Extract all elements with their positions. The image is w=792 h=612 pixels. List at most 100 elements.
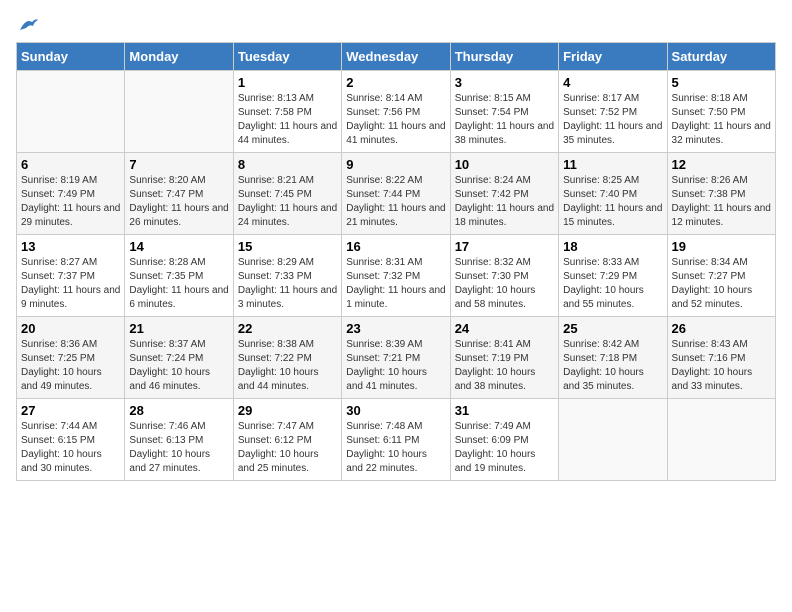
day-info: Sunrise: 8:22 AM Sunset: 7:44 PM Dayligh…	[346, 174, 445, 230]
day-info: Sunrise: 7:47 AM Sunset: 6:12 PM Dayligh…	[238, 420, 337, 476]
day-number: 25	[563, 321, 662, 336]
calendar-week-row: 1 Sunrise: 8:13 AM Sunset: 7:58 PM Daylig…	[17, 71, 776, 153]
day-info: Sunrise: 7:49 AM Sunset: 6:09 PM Dayligh…	[455, 420, 554, 476]
day-number: 27	[21, 403, 120, 418]
day-number: 7	[129, 157, 228, 172]
day-number: 30	[346, 403, 445, 418]
day-number: 23	[346, 321, 445, 336]
weekday-header-monday: Monday	[125, 43, 233, 71]
day-number: 18	[563, 239, 662, 254]
day-number: 16	[346, 239, 445, 254]
day-info: Sunrise: 7:44 AM Sunset: 6:15 PM Dayligh…	[21, 420, 120, 476]
day-info: Sunrise: 8:17 AM Sunset: 7:52 PM Dayligh…	[563, 92, 662, 148]
day-info: Sunrise: 8:31 AM Sunset: 7:32 PM Dayligh…	[346, 256, 445, 312]
day-number: 10	[455, 157, 554, 172]
calendar-cell: 2 Sunrise: 8:14 AM Sunset: 7:56 PM Daylig…	[342, 71, 450, 153]
calendar-cell: 20 Sunrise: 8:36 AM Sunset: 7:25 PM Dayli…	[17, 317, 125, 399]
calendar-cell	[125, 71, 233, 153]
day-info: Sunrise: 8:24 AM Sunset: 7:42 PM Dayligh…	[455, 174, 554, 230]
calendar-cell: 12 Sunrise: 8:26 AM Sunset: 7:38 PM Dayli…	[667, 153, 775, 235]
calendar-cell: 8 Sunrise: 8:21 AM Sunset: 7:45 PM Daylig…	[233, 153, 341, 235]
day-info: Sunrise: 8:33 AM Sunset: 7:29 PM Dayligh…	[563, 256, 662, 312]
calendar-week-row: 13 Sunrise: 8:27 AM Sunset: 7:37 PM Dayli…	[17, 235, 776, 317]
day-number: 13	[21, 239, 120, 254]
day-info: Sunrise: 7:48 AM Sunset: 6:11 PM Dayligh…	[346, 420, 445, 476]
day-number: 31	[455, 403, 554, 418]
calendar-table: SundayMondayTuesdayWednesdayThursdayFrid…	[16, 42, 776, 481]
calendar-cell: 4 Sunrise: 8:17 AM Sunset: 7:52 PM Daylig…	[559, 71, 667, 153]
day-number: 9	[346, 157, 445, 172]
day-info: Sunrise: 8:26 AM Sunset: 7:38 PM Dayligh…	[672, 174, 771, 230]
day-number: 14	[129, 239, 228, 254]
day-info: Sunrise: 8:38 AM Sunset: 7:22 PM Dayligh…	[238, 338, 337, 394]
day-info: Sunrise: 8:20 AM Sunset: 7:47 PM Dayligh…	[129, 174, 228, 230]
day-number: 17	[455, 239, 554, 254]
calendar-cell: 16 Sunrise: 8:31 AM Sunset: 7:32 PM Dayli…	[342, 235, 450, 317]
day-number: 15	[238, 239, 337, 254]
calendar-cell: 30 Sunrise: 7:48 AM Sunset: 6:11 PM Dayli…	[342, 399, 450, 481]
day-info: Sunrise: 8:34 AM Sunset: 7:27 PM Dayligh…	[672, 256, 771, 312]
day-number: 6	[21, 157, 120, 172]
day-number: 3	[455, 75, 554, 90]
day-info: Sunrise: 8:14 AM Sunset: 7:56 PM Dayligh…	[346, 92, 445, 148]
day-info: Sunrise: 7:46 AM Sunset: 6:13 PM Dayligh…	[129, 420, 228, 476]
day-info: Sunrise: 8:36 AM Sunset: 7:25 PM Dayligh…	[21, 338, 120, 394]
day-number: 1	[238, 75, 337, 90]
day-info: Sunrise: 8:43 AM Sunset: 7:16 PM Dayligh…	[672, 338, 771, 394]
calendar-week-row: 27 Sunrise: 7:44 AM Sunset: 6:15 PM Dayli…	[17, 399, 776, 481]
day-number: 28	[129, 403, 228, 418]
weekday-header-saturday: Saturday	[667, 43, 775, 71]
calendar-cell: 19 Sunrise: 8:34 AM Sunset: 7:27 PM Dayli…	[667, 235, 775, 317]
calendar-header-row: SundayMondayTuesdayWednesdayThursdayFrid…	[17, 43, 776, 71]
day-info: Sunrise: 8:29 AM Sunset: 7:33 PM Dayligh…	[238, 256, 337, 312]
calendar-cell: 29 Sunrise: 7:47 AM Sunset: 6:12 PM Dayli…	[233, 399, 341, 481]
calendar-cell: 18 Sunrise: 8:33 AM Sunset: 7:29 PM Dayli…	[559, 235, 667, 317]
calendar-week-row: 6 Sunrise: 8:19 AM Sunset: 7:49 PM Daylig…	[17, 153, 776, 235]
calendar-cell: 6 Sunrise: 8:19 AM Sunset: 7:49 PM Daylig…	[17, 153, 125, 235]
calendar-cell	[559, 399, 667, 481]
calendar-cell: 10 Sunrise: 8:24 AM Sunset: 7:42 PM Dayli…	[450, 153, 558, 235]
weekday-header-wednesday: Wednesday	[342, 43, 450, 71]
day-number: 4	[563, 75, 662, 90]
calendar-cell: 23Sunrise: 8:39 AM Sunset: 7:21 PM Dayli…	[342, 317, 450, 399]
calendar-cell: 7 Sunrise: 8:20 AM Sunset: 7:47 PM Daylig…	[125, 153, 233, 235]
page-header	[16, 16, 776, 30]
calendar-cell: 13 Sunrise: 8:27 AM Sunset: 7:37 PM Dayli…	[17, 235, 125, 317]
weekday-header-tuesday: Tuesday	[233, 43, 341, 71]
day-number: 26	[672, 321, 771, 336]
day-number: 19	[672, 239, 771, 254]
calendar-cell: 21 Sunrise: 8:37 AM Sunset: 7:24 PM Dayli…	[125, 317, 233, 399]
day-number: 8	[238, 157, 337, 172]
calendar-cell: 1 Sunrise: 8:13 AM Sunset: 7:58 PM Daylig…	[233, 71, 341, 153]
day-number: 5	[672, 75, 771, 90]
calendar-cell	[17, 71, 125, 153]
day-number: 12	[672, 157, 771, 172]
calendar-week-row: 20 Sunrise: 8:36 AM Sunset: 7:25 PM Dayli…	[17, 317, 776, 399]
day-info: Sunrise: 8:37 AM Sunset: 7:24 PM Dayligh…	[129, 338, 228, 394]
day-number: 11	[563, 157, 662, 172]
weekday-header-thursday: Thursday	[450, 43, 558, 71]
day-info: Sunrise: 8:42 AM Sunset: 7:18 PM Dayligh…	[563, 338, 662, 394]
calendar-cell: 22 Sunrise: 8:38 AM Sunset: 7:22 PM Dayli…	[233, 317, 341, 399]
day-info: Sunrise: 8:41 AM Sunset: 7:19 PM Dayligh…	[455, 338, 554, 394]
day-number: 20	[21, 321, 120, 336]
day-info: Sunrise: 8:21 AM Sunset: 7:45 PM Dayligh…	[238, 174, 337, 230]
calendar-cell	[667, 399, 775, 481]
day-info: Sunrise: 8:32 AM Sunset: 7:30 PM Dayligh…	[455, 256, 554, 312]
day-number: 22	[238, 321, 337, 336]
weekday-header-sunday: Sunday	[17, 43, 125, 71]
logo-bird-icon	[18, 16, 40, 34]
day-info: Sunrise: 8:19 AM Sunset: 7:49 PM Dayligh…	[21, 174, 120, 230]
calendar-cell: 11Sunrise: 8:25 AM Sunset: 7:40 PM Dayli…	[559, 153, 667, 235]
day-number: 29	[238, 403, 337, 418]
calendar-cell: 9 Sunrise: 8:22 AM Sunset: 7:44 PM Daylig…	[342, 153, 450, 235]
day-info: Sunrise: 8:18 AM Sunset: 7:50 PM Dayligh…	[672, 92, 771, 148]
calendar-cell: 31 Sunrise: 7:49 AM Sunset: 6:09 PM Dayli…	[450, 399, 558, 481]
day-info: Sunrise: 8:13 AM Sunset: 7:58 PM Dayligh…	[238, 92, 337, 148]
day-number: 21	[129, 321, 228, 336]
day-number: 2	[346, 75, 445, 90]
day-info: Sunrise: 8:27 AM Sunset: 7:37 PM Dayligh…	[21, 256, 120, 312]
calendar-cell: 5 Sunrise: 8:18 AM Sunset: 7:50 PM Daylig…	[667, 71, 775, 153]
calendar-cell: 24 Sunrise: 8:41 AM Sunset: 7:19 PM Dayli…	[450, 317, 558, 399]
day-number: 24	[455, 321, 554, 336]
